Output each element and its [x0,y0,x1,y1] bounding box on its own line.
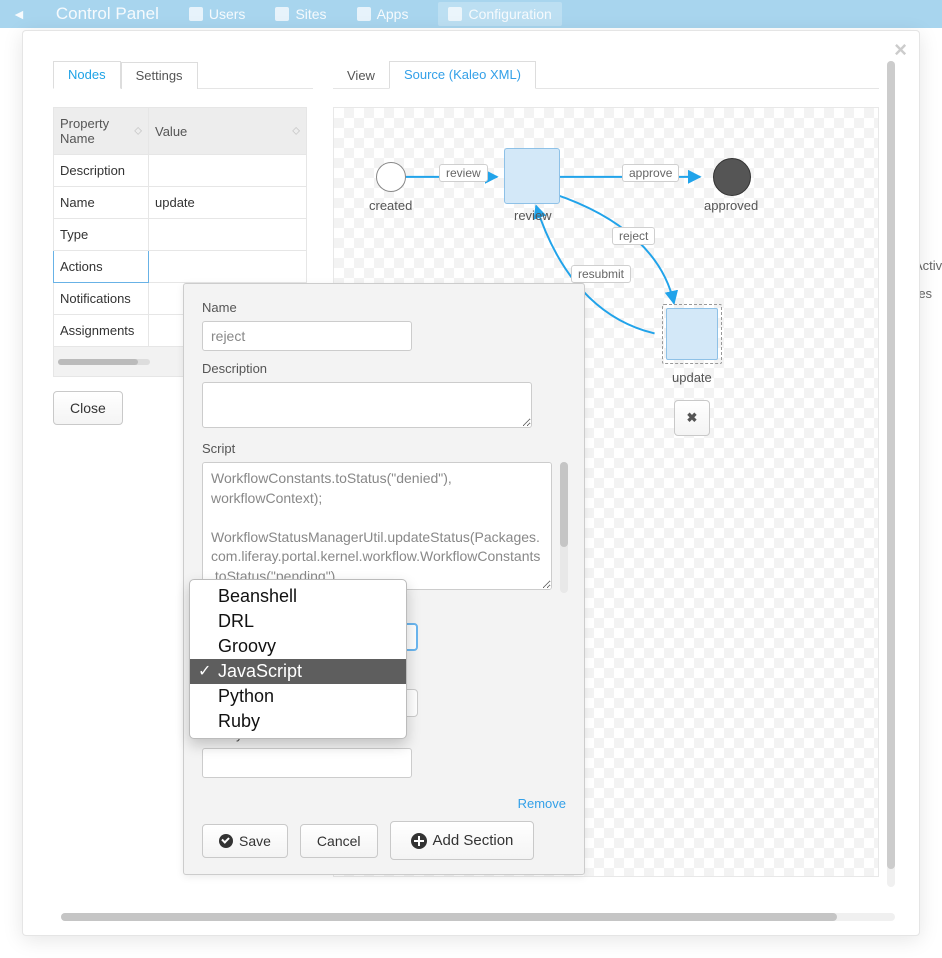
tab-source[interactable]: Source (Kaleo XML) [389,61,536,89]
name-label: Name [202,300,566,315]
table-row: Description [54,155,307,187]
table-row-selected: Actions [54,251,307,283]
gear-icon [448,7,462,21]
modal: × Nodes Settings Property Name◇ Value◇ D… [22,30,920,936]
cancel-button[interactable]: Cancel [300,824,378,858]
scrollbar-vertical[interactable] [887,61,895,887]
description-textarea[interactable] [202,382,532,428]
description-label: Description [202,361,566,376]
topnav-configuration[interactable]: Configuration [438,2,561,26]
edge-label-review[interactable]: review [439,164,488,182]
save-button[interactable]: Save [202,824,288,858]
topnav-title: Control Panel [56,4,159,24]
dropdown-option[interactable]: Ruby [190,709,406,734]
node-label-created: created [369,198,412,213]
remove-link[interactable]: Remove [202,796,566,811]
back-icon[interactable]: ◄ [12,6,26,22]
add-section-button[interactable]: Add Section [390,821,535,860]
scrollbar[interactable] [560,462,568,593]
check-icon [219,834,233,848]
script-language-dropdown[interactable]: Beanshell DRL Groovy JavaScript Python R… [189,579,407,739]
edge-label-approve[interactable]: approve [622,164,679,182]
sort-icon: ◇ [134,126,142,137]
name-input[interactable] [202,321,412,351]
globe-icon [275,7,289,21]
table-row: Type [54,219,307,251]
property-header-value[interactable]: Value◇ [149,108,307,155]
node-label-review: review [514,208,552,223]
users-icon [189,7,203,21]
right-tabs: View Source (Kaleo XML) [333,61,879,89]
topnav-users[interactable]: Users [189,6,246,22]
node-label-update: update [672,370,712,385]
dropdown-option[interactable]: Beanshell [190,584,406,609]
topnav-apps[interactable]: Apps [357,6,409,22]
dropdown-option[interactable]: Groovy [190,634,406,659]
tab-view[interactable]: View [333,63,389,89]
top-nav: ◄ Control Panel Users Sites Apps Configu… [0,0,942,28]
node-approved[interactable] [713,158,751,196]
tab-settings[interactable]: Settings [121,62,198,89]
close-x-icon: ✖ [687,410,698,426]
table-row: Nameupdate [54,187,307,219]
node-review[interactable] [504,148,560,204]
scrollbar-horizontal[interactable] [61,913,895,921]
edge-label-resubmit[interactable]: resubmit [571,265,631,283]
scrollbar[interactable] [58,359,150,365]
script-textarea[interactable]: WorkflowConstants.toStatus("denied"), wo… [202,462,552,590]
sort-icon: ◇ [292,126,300,137]
left-tabs: Nodes Settings [53,61,313,89]
script-label: Script [202,441,566,456]
topnav-sites[interactable]: Sites [275,6,326,22]
dropdown-option[interactable]: DRL [190,609,406,634]
dropdown-option-selected[interactable]: JavaScript [190,659,406,684]
priority-input[interactable] [202,748,412,778]
node-created[interactable] [376,162,406,192]
plus-icon [411,833,427,849]
dropdown-option[interactable]: Python [190,684,406,709]
close-button[interactable]: Close [53,391,123,425]
close-icon[interactable]: × [894,39,907,61]
node-update[interactable] [662,304,722,364]
property-header-name[interactable]: Property Name◇ [54,108,149,155]
delete-node-button[interactable]: ✖ [674,400,710,436]
tab-nodes[interactable]: Nodes [53,61,121,89]
popover-button-row: Save Cancel Add Section [202,821,566,860]
edge-label-reject[interactable]: reject [612,227,655,245]
grid-icon [357,7,371,21]
node-label-approved: approved [704,198,758,213]
